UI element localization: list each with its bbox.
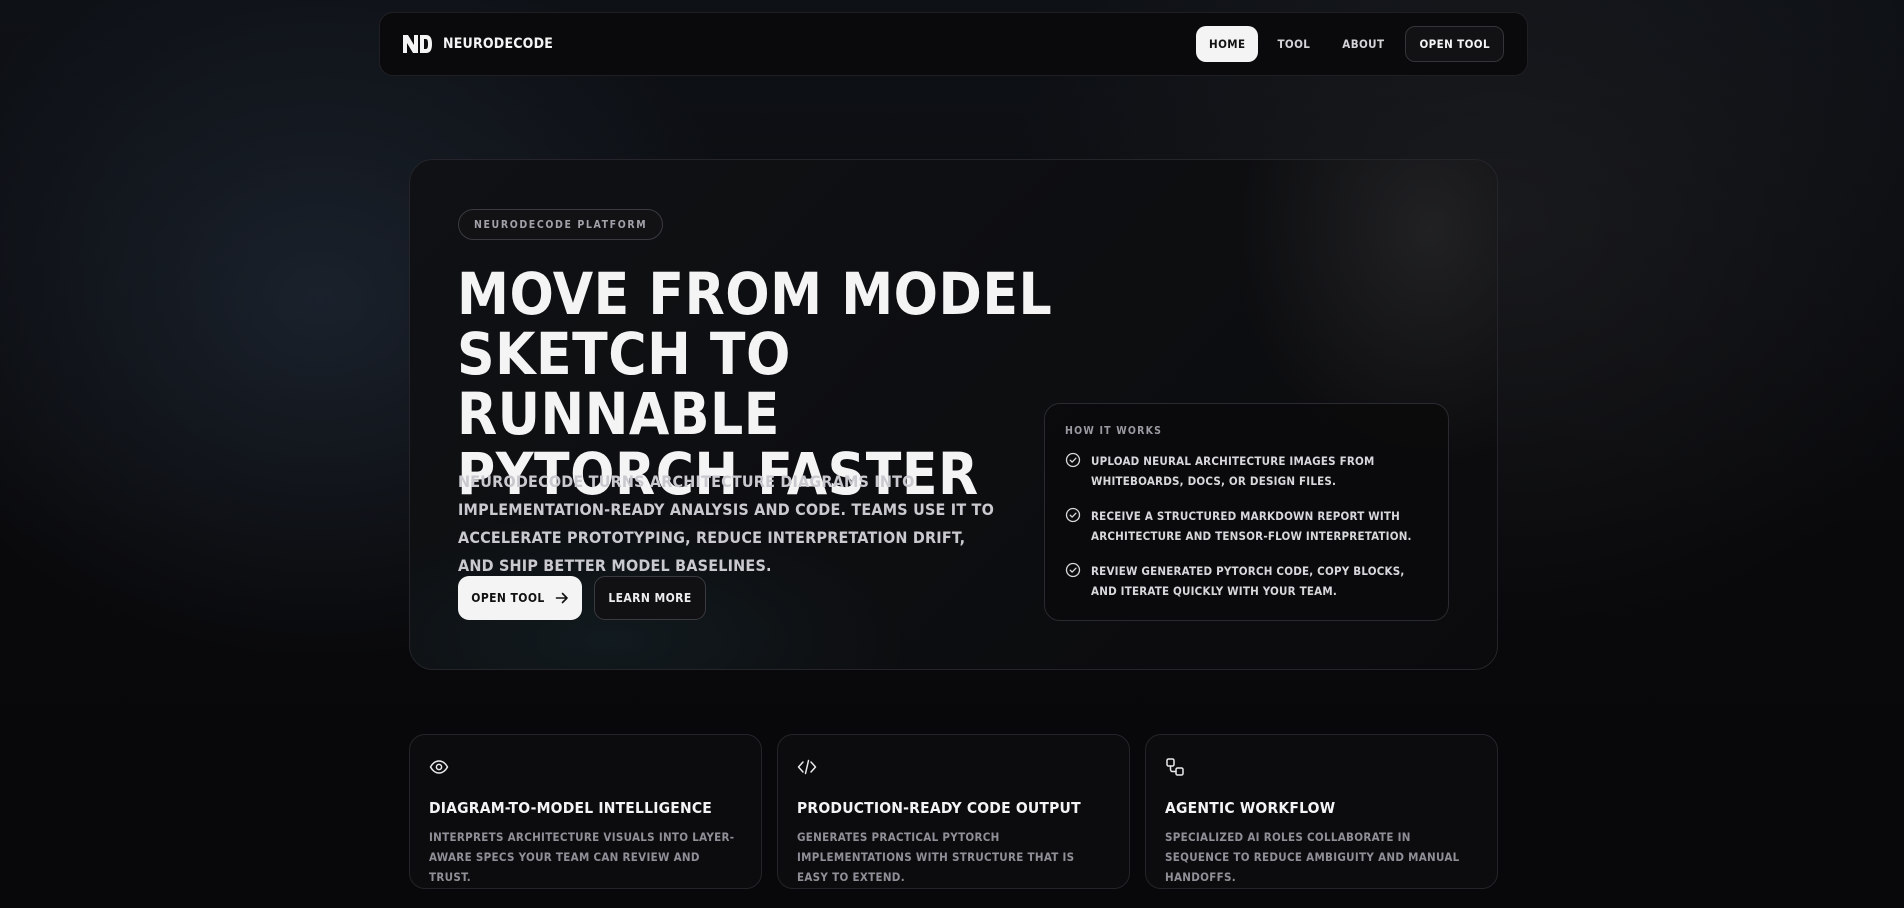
- how-it-works-step-text: REVIEW GENERATED PYTORCH CODE, COPY BLOC…: [1091, 564, 1405, 598]
- hero-description: NEURODECODE TURNS ARCHITECTURE DIAGRAMS …: [458, 472, 994, 575]
- nav-link-tool[interactable]: TOOL: [1264, 26, 1323, 62]
- how-it-works-step: REVIEW GENERATED PYTORCH CODE, COPY BLOC…: [1065, 561, 1428, 601]
- feature-card-agentic-workflow: AGENTIC WORKFLOW SPECIALIZED AI ROLES CO…: [1145, 734, 1498, 889]
- workflow-icon: [1166, 758, 1184, 776]
- how-it-works-step-text: RECEIVE A STRUCTURED MARKDOWN REPORT WIT…: [1091, 509, 1412, 543]
- nav-link-about[interactable]: ABOUT: [1329, 26, 1397, 62]
- how-it-works-step: UPLOAD NEURAL ARCHITECTURE IMAGES FROM W…: [1065, 451, 1428, 491]
- learn-more-label: LEARN MORE: [608, 591, 692, 605]
- eye-icon: [429, 760, 449, 774]
- check-circle-icon: [1065, 562, 1081, 578]
- code-icon: [797, 759, 817, 775]
- open-tool-label: OPEN TOOL: [471, 591, 545, 605]
- platform-badge: NEURODECODE PLATFORM: [458, 209, 664, 240]
- how-it-works-step-text: UPLOAD NEURAL ARCHITECTURE IMAGES FROM W…: [1091, 454, 1375, 488]
- feature-description: SPECIALIZED AI ROLES COLLABORATE IN SEQU…: [1165, 830, 1460, 884]
- top-navbar: NEURODECODE HOME TOOL ABOUT OPEN TOOL: [379, 12, 1528, 76]
- nav-links: HOME TOOL ABOUT OPEN TOOL: [1196, 26, 1504, 62]
- feature-title: DIAGRAM-TO-MODEL INTELLIGENCE: [429, 799, 712, 817]
- check-circle-icon: [1065, 452, 1081, 468]
- feature-description: INTERPRETS ARCHITECTURE VISUALS INTO LAY…: [429, 830, 735, 884]
- open-tool-button[interactable]: OPEN TOOL: [458, 576, 582, 620]
- how-it-works-list: UPLOAD NEURAL ARCHITECTURE IMAGES FROM W…: [1065, 451, 1428, 601]
- how-it-works-panel: HOW IT WORKS UPLOAD NEURAL ARCHITECTURE …: [1044, 403, 1449, 621]
- brand-name: NEURODECODE: [443, 36, 554, 52]
- feature-title: PRODUCTION-READY CODE OUTPUT: [797, 799, 1081, 817]
- learn-more-button[interactable]: LEARN MORE: [594, 576, 706, 620]
- nav-link-home[interactable]: HOME: [1196, 26, 1259, 62]
- hero-section: NEURODECODE PLATFORM MOVE FROM MODEL SKE…: [409, 159, 1498, 670]
- feature-card-diagram-to-model: DIAGRAM-TO-MODEL INTELLIGENCE INTERPRETS…: [409, 734, 762, 889]
- feature-description: GENERATES PRACTICAL PYTORCH IMPLEMENTATI…: [797, 830, 1075, 884]
- feature-title: AGENTIC WORKFLOW: [1165, 799, 1336, 817]
- nav-open-tool-button[interactable]: OPEN TOOL: [1405, 26, 1504, 62]
- arrow-right-icon: [555, 592, 568, 604]
- how-it-works-title: HOW IT WORKS: [1065, 425, 1163, 437]
- feature-card-code-output: PRODUCTION-READY CODE OUTPUT GENERATES P…: [777, 734, 1130, 889]
- feature-cards: DIAGRAM-TO-MODEL INTELLIGENCE INTERPRETS…: [409, 734, 1498, 889]
- check-circle-icon: [1065, 507, 1081, 523]
- brand[interactable]: NEURODECODE: [402, 34, 553, 54]
- how-it-works-step: RECEIVE A STRUCTURED MARKDOWN REPORT WIT…: [1065, 506, 1428, 546]
- nd-logo-icon: [403, 35, 432, 53]
